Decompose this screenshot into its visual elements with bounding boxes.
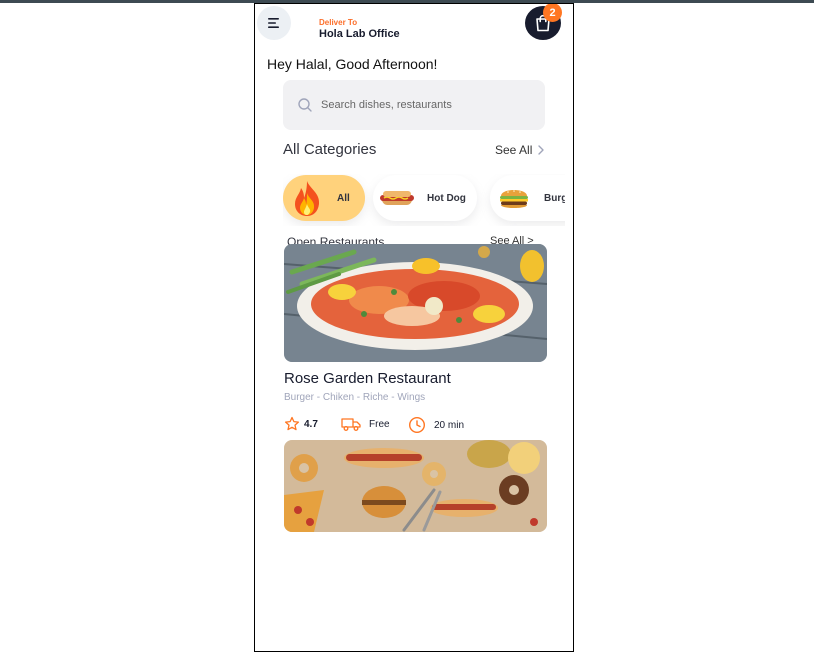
category-label: All: [337, 192, 350, 204]
categories-see-all[interactable]: See All: [495, 143, 545, 157]
category-chip-hot-dog[interactable]: Hot Dog: [373, 175, 477, 221]
restaurant-tags: Burger - Chiken - Riche - Wings: [284, 392, 426, 403]
category-label: Burg: [544, 192, 565, 204]
delivery-location[interactable]: Deliver To Hola Lab Office: [319, 18, 400, 40]
category-label: Hot Dog: [427, 192, 466, 204]
category-list[interactable]: All Hot Dog Bur: [283, 174, 565, 226]
delivery-fee: Free: [369, 418, 390, 430]
cart-count-badge: 2: [543, 4, 562, 22]
star-icon: [284, 416, 300, 431]
delivery-time: 20 min: [434, 419, 465, 431]
restaurant-delivery: Free: [341, 416, 390, 432]
fire-icon: [287, 178, 327, 218]
menu-icon: [268, 18, 279, 28]
delivery-truck-icon: [341, 418, 361, 431]
search-input[interactable]: [321, 99, 521, 111]
restaurant-image[interactable]: [284, 244, 547, 362]
menu-button[interactable]: [257, 6, 291, 40]
hot-dog-icon: [377, 178, 417, 218]
burger-icon: [494, 178, 534, 218]
app-screen: Deliver To Hola Lab Office 2 Hey Halal, …: [254, 3, 574, 652]
clock-icon: [408, 416, 426, 434]
categories-title: All Categories: [283, 141, 377, 158]
deliver-to-label: Deliver To: [319, 18, 358, 27]
greeting-text: Hey Halal, Good Afternoon!: [267, 56, 438, 72]
categories-see-all-label: See All: [495, 143, 533, 157]
deliver-to-address: Hola Lab Office: [319, 28, 400, 40]
rating-value: 4.7: [304, 418, 318, 430]
category-chip-burger[interactable]: Burg: [490, 175, 565, 221]
chevron-right-icon: [538, 145, 545, 155]
search-icon: [297, 97, 313, 113]
restaurant-rating: 4.7: [284, 416, 318, 432]
restaurant-time: 20 min: [408, 416, 464, 434]
category-chip-all[interactable]: All: [283, 175, 365, 221]
restaurant-name[interactable]: Rose Garden Restaurant: [284, 370, 451, 387]
restaurant-image[interactable]: [284, 440, 547, 532]
search-bar[interactable]: [283, 80, 545, 130]
